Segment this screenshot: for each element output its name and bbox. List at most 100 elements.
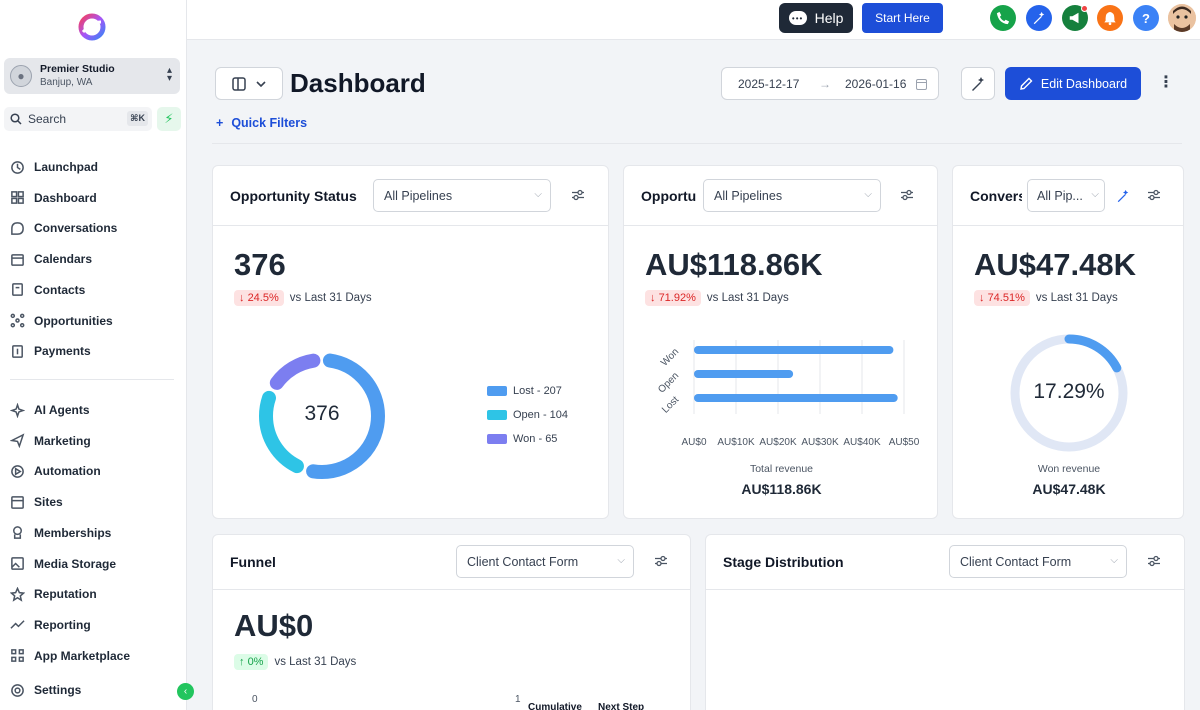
conversion-card: Convers All Pip... ⌵ AU$47.48K ↓ 74.51% … [952, 165, 1184, 519]
change-badge: ↓ 71.92% [645, 290, 701, 306]
bar-won[interactable] [694, 346, 894, 354]
sidebar-item-reporting[interactable]: Reporting [8, 614, 91, 636]
arrow-up-icon: ↑ [239, 656, 248, 668]
sidebar-item-contacts[interactable]: Contacts [8, 279, 85, 301]
help-label: Help [814, 10, 844, 26]
date-to: 2026-01-16 [845, 76, 907, 91]
sidebar-item-sites[interactable]: Sites [8, 491, 63, 513]
pipeline-select[interactable]: All Pipelines ⌵ [703, 179, 881, 212]
megaphone-icon[interactable] [1062, 5, 1088, 31]
chart-caption: Total revenue [749, 463, 814, 475]
search-button[interactable]: Search ⌘K [4, 107, 152, 131]
filter-settings-icon[interactable] [1147, 555, 1161, 567]
change-value: 71.92% [658, 292, 696, 304]
plus-icon: + [216, 116, 224, 130]
layout-switcher-button[interactable] [215, 67, 283, 100]
bell-icon[interactable] [1097, 5, 1123, 31]
filter-settings-icon[interactable] [571, 189, 585, 201]
collapse-sidebar-button[interactable]: ‹ [177, 683, 194, 700]
sidebar-item-label: Launchpad [34, 160, 99, 174]
help-button[interactable]: ••• Help [779, 3, 853, 33]
phone-icon[interactable] [990, 5, 1016, 31]
form-select[interactable]: Client Contact Form ⌵ [456, 545, 634, 578]
select-value: All Pipelines [714, 188, 783, 203]
magic-wand-icon[interactable] [1116, 189, 1130, 203]
sidebar: ● Premier Studio Banjup, WA ▴ ▾ Search ⌘K… [0, 0, 187, 710]
layout-icon [232, 76, 246, 91]
legend-label: Open - 104 [513, 409, 569, 421]
legend-item[interactable]: Lost - 207 [487, 385, 562, 397]
page-title: Dashboard [290, 68, 426, 98]
sidebar-item-payments[interactable]: Payments [8, 340, 91, 362]
send-icon [8, 432, 26, 450]
x-tick-label: AU$50 [889, 437, 920, 448]
legend-item[interactable]: Open - 104 [487, 409, 568, 421]
y-tick-label: Lost [660, 394, 681, 415]
calendar-icon [916, 79, 927, 90]
quick-filters-button[interactable]: + Quick Filters [216, 116, 307, 130]
card-header: Convers All Pip... ⌵ [953, 166, 1183, 226]
change-value: 74.51% [987, 292, 1025, 304]
edit-dashboard-label: Edit Dashboard [1040, 76, 1128, 91]
legend-item[interactable]: Won - 65 [487, 433, 557, 445]
more-options-icon[interactable]: ⋮ [1158, 72, 1174, 94]
pipeline-select[interactable]: All Pipelines ⌵ [373, 179, 551, 212]
magic-wand-icon[interactable] [1026, 5, 1052, 31]
app-logo[interactable] [77, 12, 107, 42]
card-title: Funnel [230, 554, 276, 570]
sidebar-item-memberships[interactable]: Memberships [8, 522, 111, 544]
sidebar-item-ai-agents[interactable]: AI Agents [8, 399, 90, 421]
filter-settings-icon[interactable] [1147, 189, 1161, 201]
sidebar-item-conversations[interactable]: Conversations [8, 217, 117, 239]
metric-value: AU$0 [234, 608, 314, 643]
sidebar-item-marketing[interactable]: Marketing [8, 430, 91, 452]
edit-dashboard-button[interactable]: Edit Dashboard [1005, 67, 1141, 100]
sidebar-item-opportunities[interactable]: Opportunities [8, 310, 113, 332]
sidebar-item-label: Conversations [34, 221, 118, 236]
pipeline-select[interactable]: All Pip... ⌵ [1027, 179, 1105, 212]
filter-settings-icon[interactable] [654, 555, 668, 567]
metric-value: AU$47.48K [974, 247, 1136, 282]
date-range-picker[interactable]: 2025-12-17 → 2026-01-16 [721, 67, 939, 100]
filter-settings-icon[interactable] [900, 189, 914, 201]
header-divider [212, 143, 1182, 144]
user-avatar[interactable] [1168, 4, 1196, 32]
sidebar-item-label: Opportunities [34, 313, 113, 328]
grid-icon [8, 647, 26, 665]
quick-action-bolt-icon[interactable]: ⚡ [157, 107, 181, 131]
bar-open[interactable] [694, 370, 794, 378]
funnel-axis-start: 0 [252, 694, 258, 705]
sidebar-item-dashboard[interactable]: Dashboard [8, 187, 97, 209]
card-header: Funnel Client Contact Form ⌵ [213, 535, 690, 590]
sidebar-item-settings[interactable]: Settings [8, 679, 81, 701]
ai-magic-button[interactable] [961, 67, 995, 100]
sidebar-item-label: Memberships [34, 525, 112, 540]
account-name: Premier Studio [40, 63, 115, 75]
x-tick-label: AU$40K [843, 437, 881, 448]
change-value: 0% [247, 656, 264, 668]
start-here-button[interactable]: Start Here [862, 3, 943, 33]
chevron-down-icon: ⌵ [617, 555, 625, 566]
sidebar-item-media-storage[interactable]: Media Storage [8, 553, 116, 575]
chat-icon [8, 219, 26, 237]
select-value: Client Contact Form [467, 554, 579, 569]
card-header: Opportunity Status All Pipelines ⌵ [213, 166, 608, 226]
bar-lost[interactable] [694, 394, 898, 402]
sidebar-item-launchpad[interactable]: Launchpad [8, 156, 98, 178]
sidebar-item-automation[interactable]: Automation [8, 460, 101, 482]
form-select[interactable]: Client Contact Form ⌵ [949, 545, 1127, 578]
sidebar-item-calendars[interactable]: Calendars [8, 248, 92, 270]
chevron-down-icon: ⌵ [1091, 189, 1099, 200]
help-circle-icon[interactable]: ? [1133, 5, 1159, 31]
sidebar-item-reputation[interactable]: Reputation [8, 583, 97, 605]
magic-wand-icon [972, 76, 984, 91]
account-switcher[interactable]: ● Premier Studio Banjup, WA ▴ ▾ [4, 58, 180, 94]
x-tick-label: AU$0 [681, 437, 706, 448]
select-value: All Pipelines [384, 188, 453, 203]
arrow-down-icon: ↓ [979, 292, 988, 304]
legend-label: Lost - 207 [513, 385, 562, 397]
sidebar-item-app-marketplace[interactable]: App Marketplace [8, 645, 130, 667]
opportunity-value-card: Opportu All Pipelines ⌵ AU$118.86K ↓ 71.… [623, 165, 938, 519]
chevron-down-icon [256, 80, 266, 87]
dashboard-icon [8, 189, 26, 207]
